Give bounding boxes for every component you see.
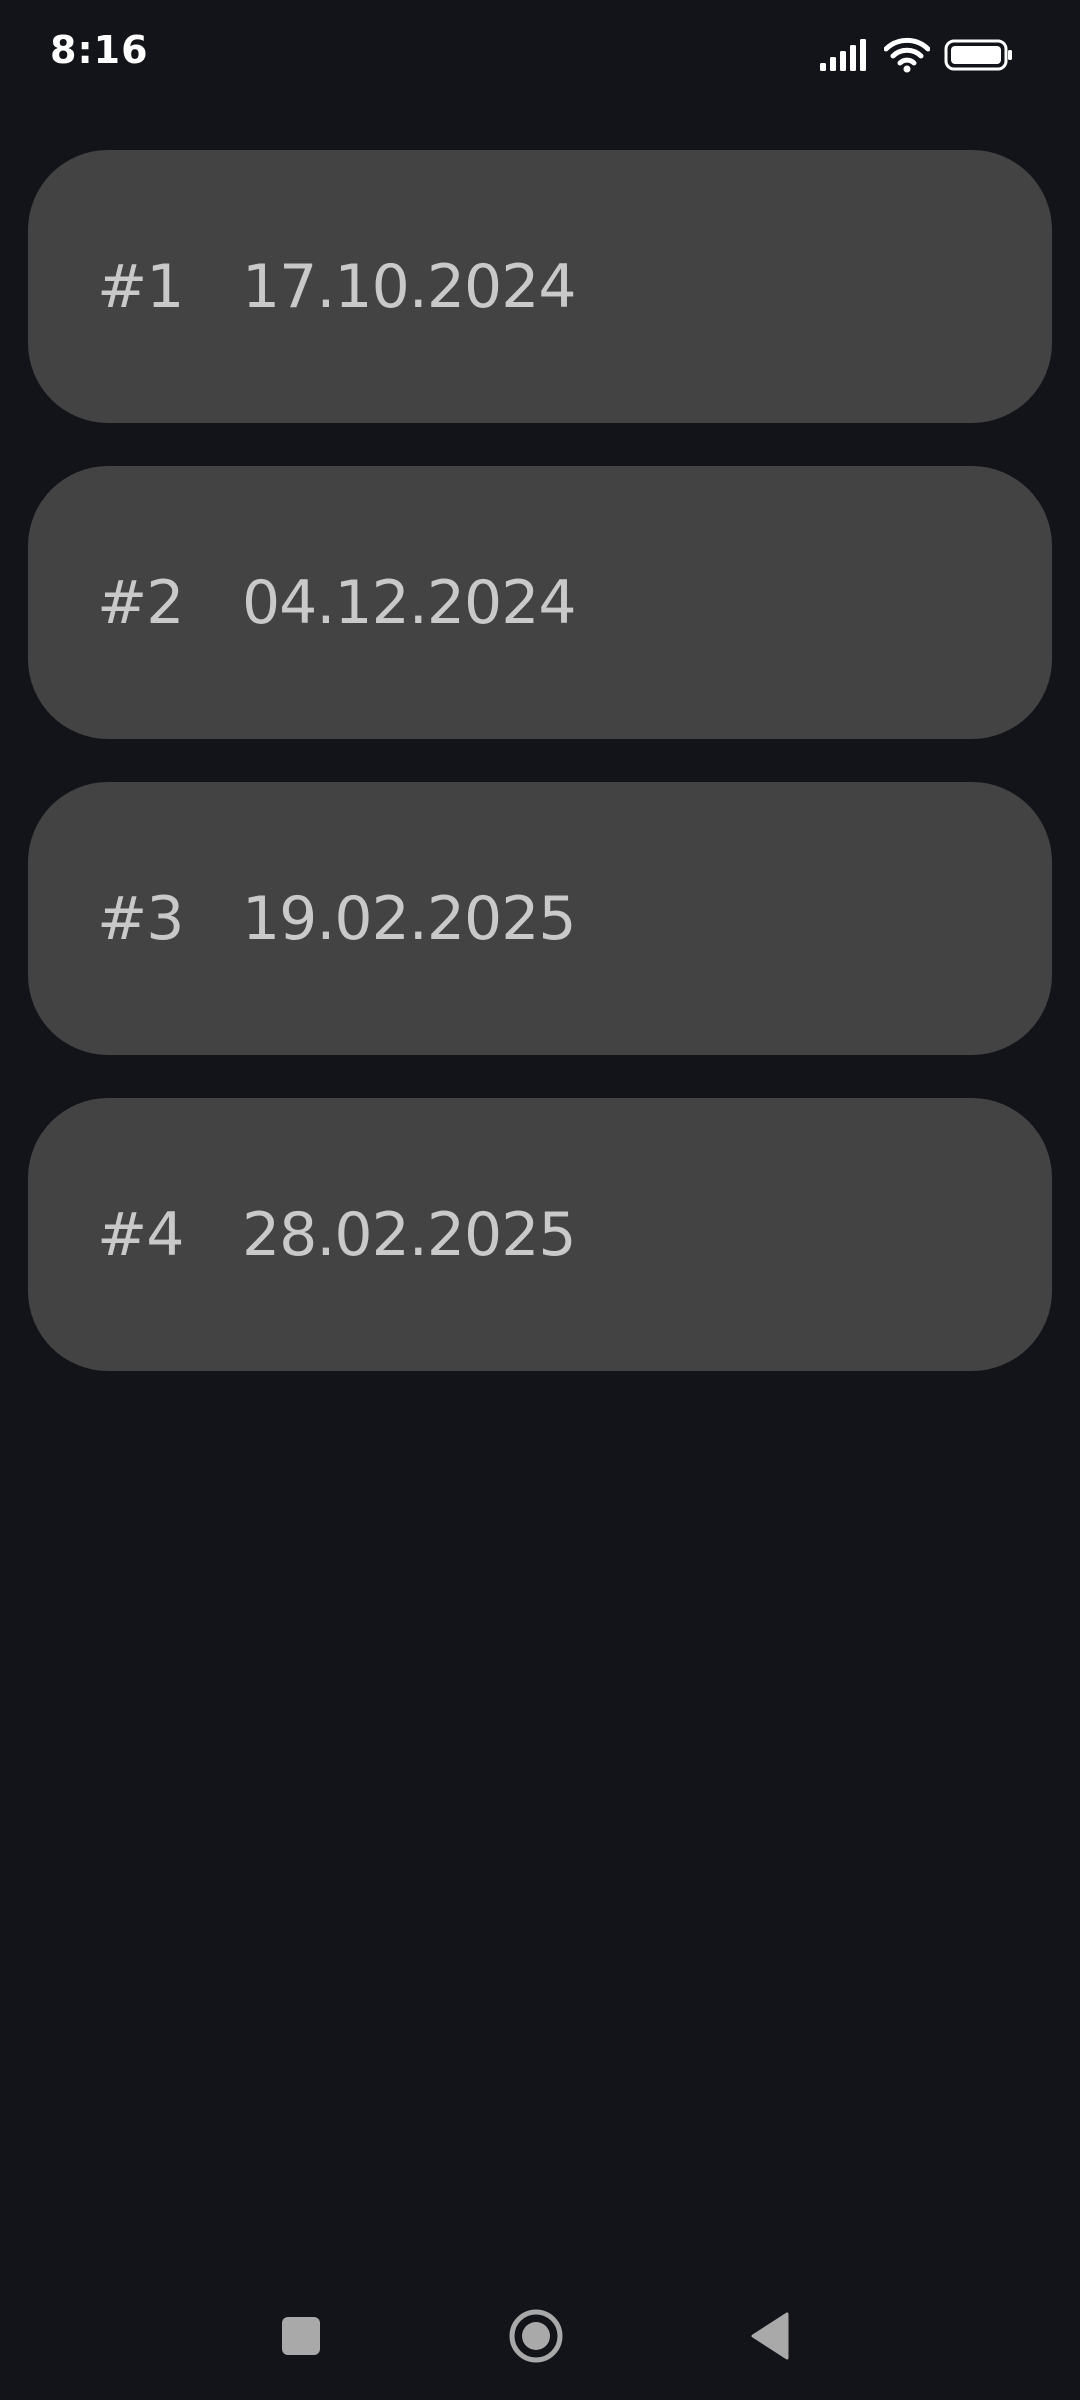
- back-icon: [749, 2312, 791, 2364]
- home-icon: [508, 2308, 564, 2368]
- entry-number: #1: [97, 251, 184, 322]
- entry-date: 17.10.2024: [242, 251, 577, 322]
- list-item[interactable]: #3 19.02.2025: [28, 782, 1052, 1055]
- recents-button[interactable]: [271, 2308, 331, 2368]
- signal-icon: [820, 39, 870, 71]
- entry-date: 28.02.2025: [242, 1199, 577, 1270]
- recents-icon: [281, 2316, 321, 2360]
- list-item[interactable]: #2 04.12.2024: [28, 466, 1052, 739]
- list-item[interactable]: #1 17.10.2024: [28, 150, 1052, 423]
- status-bar: 8:16: [0, 0, 1080, 110]
- entry-number: #4: [97, 1199, 184, 1270]
- entry-list: #1 17.10.2024 #2 04.12.2024 #3 19.02.202…: [28, 150, 1052, 1414]
- screen: 8:16 #1 17.10.2024 #2 04.12.2024 #3 19.0…: [0, 0, 1080, 2400]
- status-time: 8:16: [50, 28, 149, 72]
- wifi-icon: [884, 37, 930, 73]
- entry-date: 04.12.2024: [242, 567, 577, 638]
- back-button[interactable]: [740, 2308, 800, 2368]
- battery-icon: [944, 39, 1014, 71]
- status-icons: [820, 36, 1014, 74]
- home-button[interactable]: [506, 2308, 566, 2368]
- entry-number: #2: [97, 567, 184, 638]
- list-item[interactable]: #4 28.02.2025: [28, 1098, 1052, 1371]
- entry-date: 19.02.2025: [242, 883, 577, 954]
- navigation-bar: [0, 2290, 1080, 2380]
- entry-number: #3: [97, 883, 184, 954]
